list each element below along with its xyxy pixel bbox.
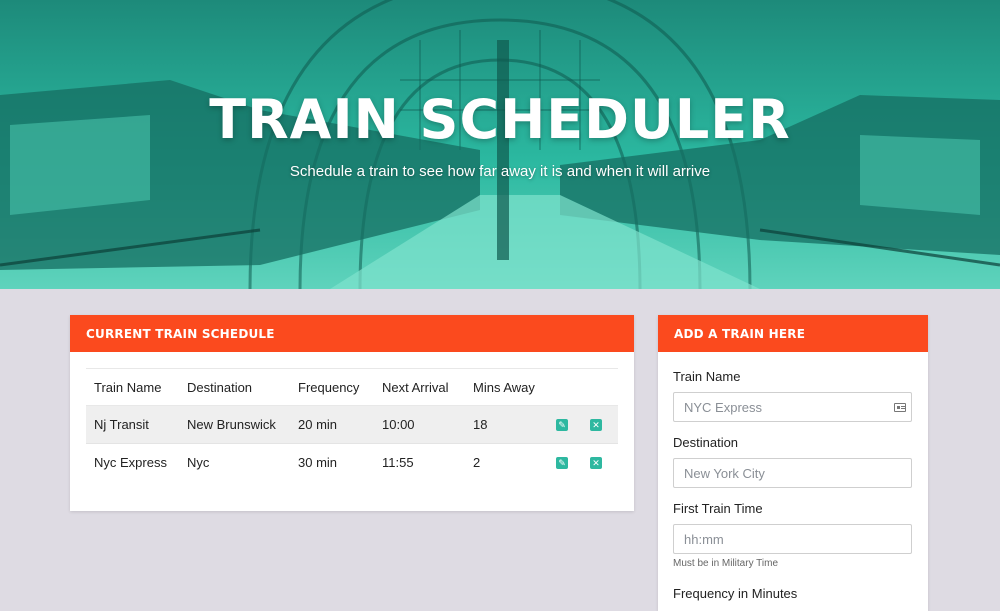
next-arrival-cell: 11:55 — [382, 455, 414, 470]
schedule-table: Train Name Destination Frequency Next Ar… — [86, 368, 618, 482]
x-icon[interactable]: ✕ — [590, 457, 602, 469]
frequency-cell: 20 min — [298, 417, 338, 432]
military-time-hint: Must be in Military Time — [673, 558, 779, 569]
frequency-cell: 30 min — [298, 455, 338, 470]
page-title: TRAIN SCHEDULER — [209, 88, 791, 151]
table-header-row: Train Name Destination Frequency Next Ar… — [86, 368, 618, 406]
table-row: Nj Transit New Brunswick 20 min 10:00 18… — [86, 406, 618, 444]
destination-cell: Nyc — [187, 455, 210, 470]
contact-card-icon — [894, 403, 906, 412]
first-train-time-label: First Train Time — [673, 501, 763, 516]
train-name-label: Train Name — [673, 369, 741, 384]
column-header: Destination — [187, 380, 253, 395]
page-subtitle: Schedule a train to see how far away it … — [289, 163, 711, 180]
x-icon[interactable]: ✕ — [590, 419, 602, 431]
train-name-cell: Nyc Express — [94, 455, 167, 470]
schedule-panel: CURRENT TRAIN SCHEDULE Train Name Destin… — [70, 315, 634, 511]
column-header: Next Arrival — [382, 380, 449, 395]
destination-cell: New Brunswick — [187, 417, 276, 432]
destination-input[interactable] — [673, 458, 912, 488]
destination-label: Destination — [673, 435, 739, 450]
table-row: Nyc Express Nyc 30 min 11:55 2 ✎ ✕ — [86, 444, 618, 482]
pencil-icon[interactable]: ✎ — [556, 419, 568, 431]
mins-away-cell: 18 — [473, 417, 488, 432]
add-train-heading: ADD A TRAIN HERE — [658, 315, 928, 352]
train-name-cell: Nj Transit — [94, 417, 149, 432]
schedule-heading: CURRENT TRAIN SCHEDULE — [70, 315, 634, 352]
hero-banner: TRAIN SCHEDULER Schedule a train to see … — [0, 0, 1000, 289]
add-train-form: Train Name Destination First Train Time … — [673, 367, 913, 604]
first-train-time-input[interactable] — [673, 524, 912, 554]
mins-away-cell: 2 — [473, 455, 481, 470]
column-header: Frequency — [298, 380, 360, 395]
next-arrival-cell: 10:00 — [382, 417, 415, 432]
column-header: Mins Away — [473, 380, 535, 395]
train-name-wrapper — [673, 392, 913, 422]
frequency-label: Frequency in Minutes — [673, 586, 798, 601]
add-train-panel: ADD A TRAIN HERE Train Name Destination … — [658, 315, 928, 611]
pencil-icon[interactable]: ✎ — [556, 457, 568, 469]
train-name-input[interactable] — [673, 392, 912, 422]
column-header: Train Name — [94, 380, 162, 395]
